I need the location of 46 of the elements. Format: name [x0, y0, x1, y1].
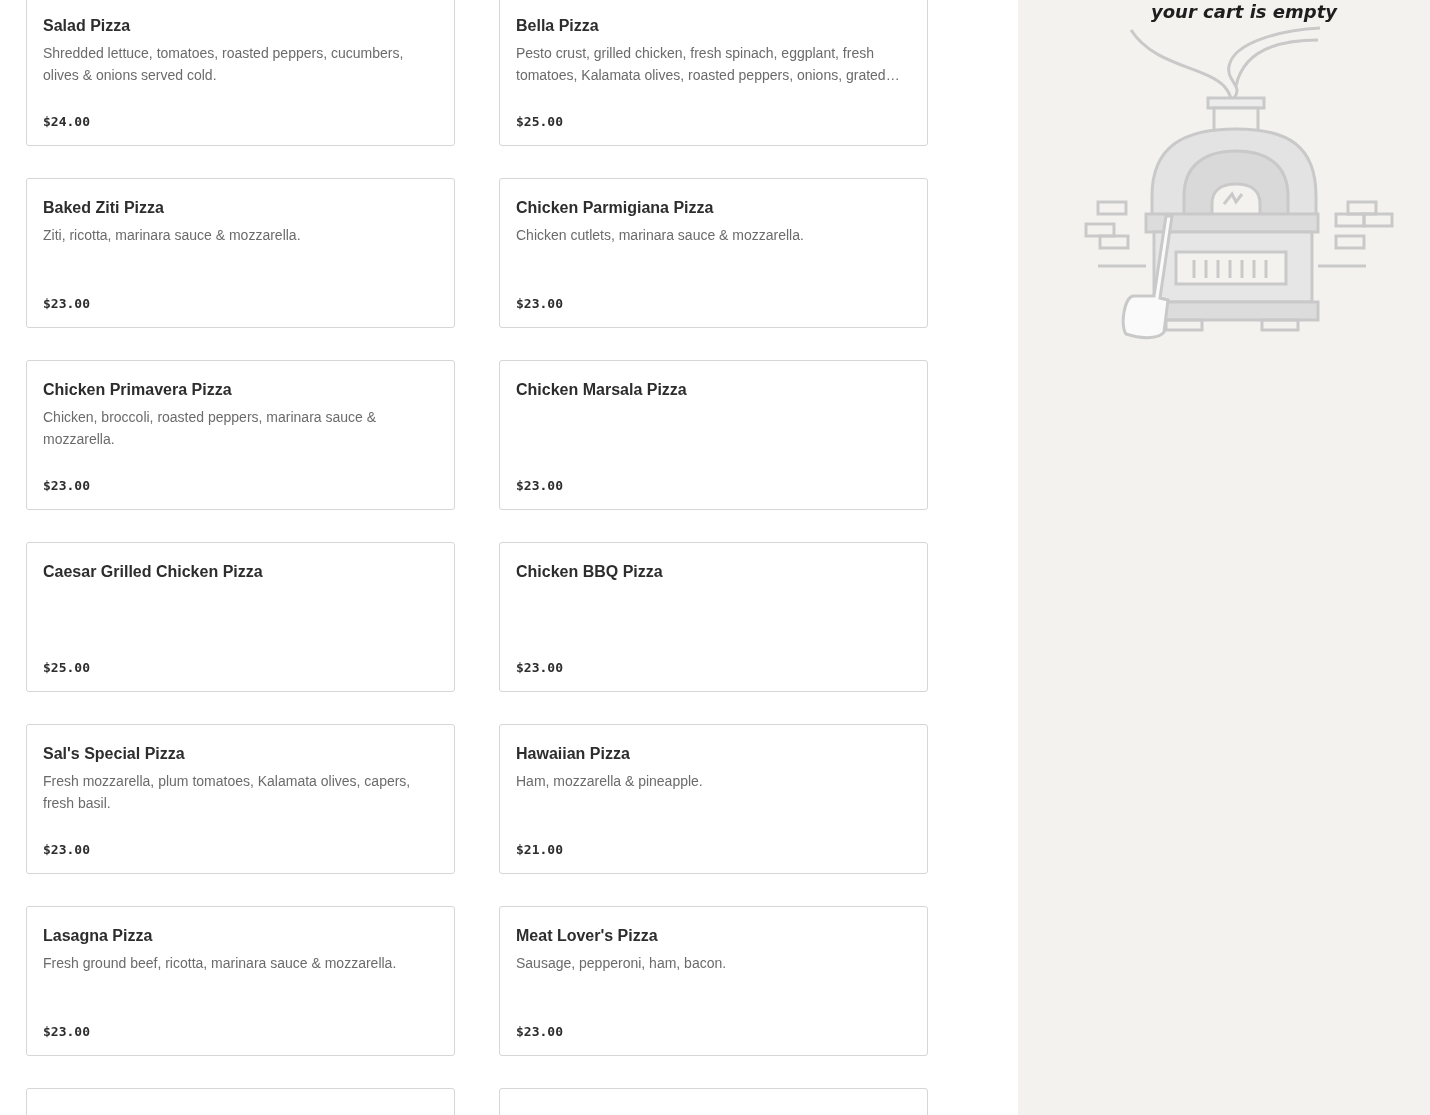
item-price: $23.00 — [43, 842, 91, 857]
item-description: Sausage, pepperoni, ham, bacon. — [516, 954, 728, 973]
item-description: Ham, mozzarella & pineapple. — [516, 772, 704, 791]
item-price: $25.00 — [516, 114, 564, 129]
item-price: $23.00 — [516, 478, 564, 493]
item-name: Chicken Marsala Pizza — [516, 380, 688, 400]
item-description: Chicken cutlets, marinara sauce & mozzarella. — [516, 226, 805, 245]
item-name: Baked Ziti Pizza — [43, 198, 165, 218]
item-description: Fresh mozzarella, plum tomatoes, Kalamata olives, capers, fresh basil. — [43, 772, 412, 813]
item-price: $24.00 — [43, 114, 91, 129]
item-price: $23.00 — [516, 1024, 564, 1039]
menu-item-card[interactable]: Chicken BBQ Pizza $23.00 — [499, 542, 928, 692]
empty-cart-message: your cart is empty — [1151, 0, 1337, 24]
item-price: $21.00 — [516, 842, 564, 857]
item-price: $25.00 — [43, 660, 91, 675]
item-name: Hawaiian Pizza — [516, 744, 631, 764]
menu-item-card[interactable]: Chicken Parmigiana Pizza Chicken cutlets, marinara sauce & mozzarella. $23.00 — [499, 178, 928, 328]
menu-item-card[interactable]: Chicken Marsala Pizza $23.00 — [499, 360, 928, 510]
item-price: $23.00 — [43, 1024, 91, 1039]
item-name: Sal's Special Pizza — [43, 744, 186, 764]
item-name: Meat Lover's Pizza — [516, 926, 659, 946]
item-price: $23.00 — [43, 296, 91, 311]
menu-item-card[interactable]: Salad Pizza Shredded lettuce, tomatoes, roasted peppers, cucumbers, olives & onions served cold. $24.00 — [26, 0, 455, 146]
menu-item-card[interactable]: Chicken Primavera Pizza Chicken, broccoli, roasted peppers, marinara sauce & mozzarella. $23.00 — [26, 360, 455, 510]
item-price: $23.00 — [43, 478, 91, 493]
menu-item-card[interactable]: Caesar Grilled Chicken Pizza $25.00 — [26, 542, 455, 692]
item-name: Salad Pizza — [43, 16, 132, 36]
item-name: Chicken Primavera Pizza — [43, 380, 233, 400]
item-description: Shredded lettuce, tomatoes, roasted peppers, cucumbers, olives & onions served cold. — [43, 44, 405, 85]
item-name: Bella Pizza — [516, 16, 600, 36]
item-description: Fresh ground beef, ricotta, marinara sauce & mozzarella. — [43, 954, 398, 973]
menu-item-card[interactable]: Hawaiian Pizza Ham, mozzarella & pineapple. $21.00 — [499, 724, 928, 874]
item-description: Pesto crust, grilled chicken, fresh spinach, eggplant, fresh tomatoes, Kalamata olives, roasted peppers, onions, grated… — [516, 44, 901, 85]
item-description: Ziti, ricotta, marinara sauce & mozzarella. — [43, 226, 302, 245]
item-name: Lasagna Pizza — [43, 926, 154, 946]
item-description: Chicken, broccoli, roasted peppers, marinara sauce & mozzarella. — [43, 408, 378, 449]
menu-item-card[interactable]: Sal's Special Pizza Fresh mozzarella, plum tomatoes, Kalamata olives, capers, fresh basil. $23.00 — [26, 724, 455, 874]
item-price: $23.00 — [516, 660, 564, 675]
item-name: Caesar Grilled Chicken Pizza — [43, 562, 264, 582]
item-name: Chicken Parmigiana Pizza — [516, 198, 715, 218]
menu-item-card[interactable]: Baked Ziti Pizza Ziti, ricotta, marinara sauce & mozzarella. $23.00 — [26, 178, 455, 328]
menu-item-card[interactable]: Lasagna Pizza Fresh ground beef, ricotta, marinara sauce & mozzarella. $23.00 — [26, 906, 455, 1056]
item-price: $23.00 — [516, 296, 564, 311]
menu-item-card[interactable]: Meat Lover's Pizza Sausage, pepperoni, ham, bacon. $23.00 — [499, 906, 928, 1056]
item-name: Chicken BBQ Pizza — [516, 562, 664, 582]
menu-item-card[interactable]: Bella Pizza Pesto crust, grilled chicken, fresh spinach, eggplant, fresh tomatoes, Kalamata olives, roasted peppers, onions, grated… $25.00 — [499, 0, 928, 146]
